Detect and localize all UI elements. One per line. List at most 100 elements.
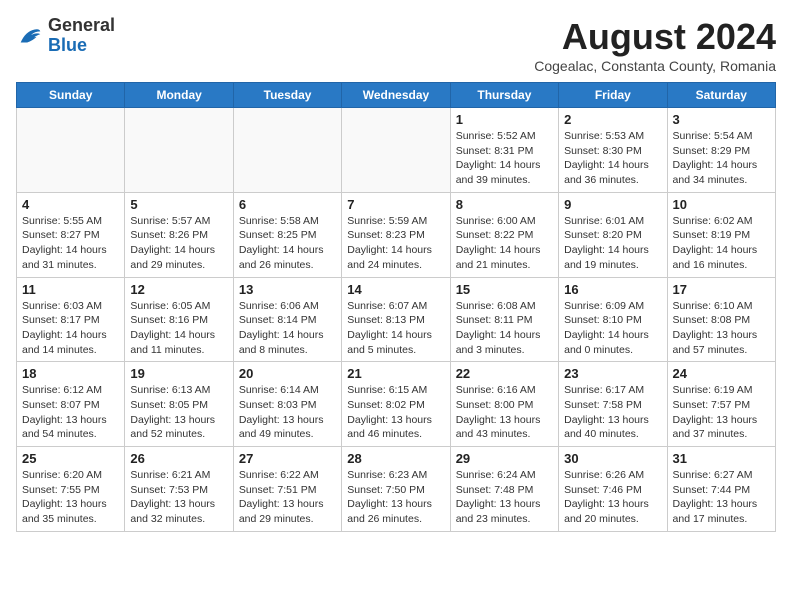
calendar-cell: 5 Sunrise: 5:57 AM Sunset: 8:26 PM Daylig… — [125, 192, 233, 277]
day-number: 8 — [456, 197, 553, 212]
calendar-cell: 20Sunrise: 6:14 AM Sunset: 8:03 PM Dayli… — [233, 362, 341, 447]
weekday-header-sunday: Sunday — [17, 83, 125, 108]
day-number: 29 — [456, 451, 553, 466]
calendar-cell: 28 Sunrise: 6:23 AM Sunset: 7:50 PM Dayli… — [342, 447, 450, 532]
day-number: 31 — [673, 451, 770, 466]
day-info: Sunrise: 5:57 AM Sunset: 8:26 PM Dayligh… — [130, 214, 227, 273]
calendar-cell — [125, 108, 233, 193]
weekday-header-tuesday: Tuesday — [233, 83, 341, 108]
day-number: 4 — [22, 197, 119, 212]
title-block: August 2024 Cogealac, Constanta County, … — [534, 16, 776, 74]
day-info: Sunrise: 6:13 AM Sunset: 8:05 PM Dayligh… — [130, 383, 227, 442]
weekday-header-row: SundayMondayTuesdayWednesdayThursdayFrid… — [17, 83, 776, 108]
day-info: Sunrise: 6:15 AM Sunset: 8:02 PM Dayligh… — [347, 383, 444, 442]
calendar-cell: 22 Sunrise: 6:16 AM Sunset: 8:00 PM Dayli… — [450, 362, 558, 447]
day-number: 30 — [564, 451, 661, 466]
weekday-header-friday: Friday — [559, 83, 667, 108]
day-number: 10 — [673, 197, 770, 212]
calendar-cell: 7 Sunrise: 5:59 AM Sunset: 8:23 PM Daylig… — [342, 192, 450, 277]
location-subtitle: Cogealac, Constanta County, Romania — [534, 58, 776, 74]
calendar-cell: 15 Sunrise: 6:08 AM Sunset: 8:11 PM Dayli… — [450, 277, 558, 362]
day-info: Sunrise: 6:16 AM Sunset: 8:00 PM Dayligh… — [456, 383, 553, 442]
day-number: 15 — [456, 282, 553, 297]
calendar-cell: 13 Sunrise: 6:06 AM Sunset: 8:14 PM Dayli… — [233, 277, 341, 362]
week-row-5: 25Sunrise: 6:20 AM Sunset: 7:55 PM Dayli… — [17, 447, 776, 532]
day-number: 18 — [22, 366, 119, 381]
calendar-cell: 18 Sunrise: 6:12 AM Sunset: 8:07 PM Dayli… — [17, 362, 125, 447]
day-info: Sunrise: 6:05 AM Sunset: 8:16 PM Dayligh… — [130, 299, 227, 358]
weekday-header-saturday: Saturday — [667, 83, 775, 108]
day-info: Sunrise: 5:55 AM Sunset: 8:27 PM Dayligh… — [22, 214, 119, 273]
day-number: 23 — [564, 366, 661, 381]
day-info: Sunrise: 6:07 AM Sunset: 8:13 PM Dayligh… — [347, 299, 444, 358]
calendar-cell: 24Sunrise: 6:19 AM Sunset: 7:57 PM Dayli… — [667, 362, 775, 447]
calendar-cell: 4 Sunrise: 5:55 AM Sunset: 8:27 PM Daylig… — [17, 192, 125, 277]
day-number: 24 — [673, 366, 770, 381]
day-number: 26 — [130, 451, 227, 466]
day-number: 28 — [347, 451, 444, 466]
day-number: 7 — [347, 197, 444, 212]
day-number: 6 — [239, 197, 336, 212]
calendar-cell: 25Sunrise: 6:20 AM Sunset: 7:55 PM Dayli… — [17, 447, 125, 532]
day-info: Sunrise: 6:02 AM Sunset: 8:19 PM Dayligh… — [673, 214, 770, 273]
calendar-cell: 16 Sunrise: 6:09 AM Sunset: 8:10 PM Dayli… — [559, 277, 667, 362]
day-number: 21 — [347, 366, 444, 381]
calendar-cell: 23 Sunrise: 6:17 AM Sunset: 7:58 PM Dayli… — [559, 362, 667, 447]
day-number: 17 — [673, 282, 770, 297]
calendar-cell: 2 Sunrise: 5:53 AM Sunset: 8:30 PM Daylig… — [559, 108, 667, 193]
day-info: Sunrise: 6:06 AM Sunset: 8:14 PM Dayligh… — [239, 299, 336, 358]
calendar-body: 1Sunrise: 5:52 AM Sunset: 8:31 PM Daylig… — [17, 108, 776, 532]
calendar-cell — [17, 108, 125, 193]
day-info: Sunrise: 6:08 AM Sunset: 8:11 PM Dayligh… — [456, 299, 553, 358]
day-number: 2 — [564, 112, 661, 127]
calendar-cell: 19 Sunrise: 6:13 AM Sunset: 8:05 PM Dayli… — [125, 362, 233, 447]
calendar-cell: 30Sunrise: 6:26 AM Sunset: 7:46 PM Dayli… — [559, 447, 667, 532]
day-number: 19 — [130, 366, 227, 381]
day-number: 9 — [564, 197, 661, 212]
logo-icon — [16, 22, 44, 50]
day-info: Sunrise: 6:00 AM Sunset: 8:22 PM Dayligh… — [456, 214, 553, 273]
day-info: Sunrise: 6:14 AM Sunset: 8:03 PM Dayligh… — [239, 383, 336, 442]
day-number: 22 — [456, 366, 553, 381]
day-info: Sunrise: 6:24 AM Sunset: 7:48 PM Dayligh… — [456, 468, 553, 527]
day-number: 13 — [239, 282, 336, 297]
calendar-cell: 12 Sunrise: 6:05 AM Sunset: 8:16 PM Dayli… — [125, 277, 233, 362]
day-info: Sunrise: 6:10 AM Sunset: 8:08 PM Dayligh… — [673, 299, 770, 358]
day-number: 3 — [673, 112, 770, 127]
page-header: General Blue August 2024 Cogealac, Const… — [16, 16, 776, 74]
calendar-cell: 26 Sunrise: 6:21 AM Sunset: 7:53 PM Dayli… — [125, 447, 233, 532]
day-info: Sunrise: 5:54 AM Sunset: 8:29 PM Dayligh… — [673, 129, 770, 188]
day-number: 1 — [456, 112, 553, 127]
day-info: Sunrise: 6:09 AM Sunset: 8:10 PM Dayligh… — [564, 299, 661, 358]
weekday-header-wednesday: Wednesday — [342, 83, 450, 108]
calendar-cell: 29 Sunrise: 6:24 AM Sunset: 7:48 PM Dayli… — [450, 447, 558, 532]
day-info: Sunrise: 5:53 AM Sunset: 8:30 PM Dayligh… — [564, 129, 661, 188]
day-info: Sunrise: 6:27 AM Sunset: 7:44 PM Dayligh… — [673, 468, 770, 527]
calendar-cell: 17 Sunrise: 6:10 AM Sunset: 8:08 PM Dayli… — [667, 277, 775, 362]
calendar-cell: 11Sunrise: 6:03 AM Sunset: 8:17 PM Dayli… — [17, 277, 125, 362]
day-number: 12 — [130, 282, 227, 297]
day-info: Sunrise: 6:01 AM Sunset: 8:20 PM Dayligh… — [564, 214, 661, 273]
day-number: 5 — [130, 197, 227, 212]
calendar-cell: 27Sunrise: 6:22 AM Sunset: 7:51 PM Dayli… — [233, 447, 341, 532]
logo-text: General Blue — [48, 16, 115, 56]
week-row-3: 11Sunrise: 6:03 AM Sunset: 8:17 PM Dayli… — [17, 277, 776, 362]
week-row-4: 18 Sunrise: 6:12 AM Sunset: 8:07 PM Dayli… — [17, 362, 776, 447]
day-info: Sunrise: 6:21 AM Sunset: 7:53 PM Dayligh… — [130, 468, 227, 527]
day-info: Sunrise: 5:58 AM Sunset: 8:25 PM Dayligh… — [239, 214, 336, 273]
calendar-cell — [342, 108, 450, 193]
calendar-cell: 10 Sunrise: 6:02 AM Sunset: 8:19 PM Dayli… — [667, 192, 775, 277]
calendar-cell: 14Sunrise: 6:07 AM Sunset: 8:13 PM Dayli… — [342, 277, 450, 362]
logo: General Blue — [16, 16, 115, 56]
day-info: Sunrise: 6:17 AM Sunset: 7:58 PM Dayligh… — [564, 383, 661, 442]
calendar-table: SundayMondayTuesdayWednesdayThursdayFrid… — [16, 82, 776, 532]
day-info: Sunrise: 5:59 AM Sunset: 8:23 PM Dayligh… — [347, 214, 444, 273]
day-info: Sunrise: 6:12 AM Sunset: 8:07 PM Dayligh… — [22, 383, 119, 442]
day-number: 16 — [564, 282, 661, 297]
week-row-2: 4 Sunrise: 5:55 AM Sunset: 8:27 PM Daylig… — [17, 192, 776, 277]
calendar-cell: 9 Sunrise: 6:01 AM Sunset: 8:20 PM Daylig… — [559, 192, 667, 277]
day-info: Sunrise: 6:23 AM Sunset: 7:50 PM Dayligh… — [347, 468, 444, 527]
calendar-cell: 8 Sunrise: 6:00 AM Sunset: 8:22 PM Daylig… — [450, 192, 558, 277]
day-info: Sunrise: 6:22 AM Sunset: 7:51 PM Dayligh… — [239, 468, 336, 527]
weekday-header-monday: Monday — [125, 83, 233, 108]
